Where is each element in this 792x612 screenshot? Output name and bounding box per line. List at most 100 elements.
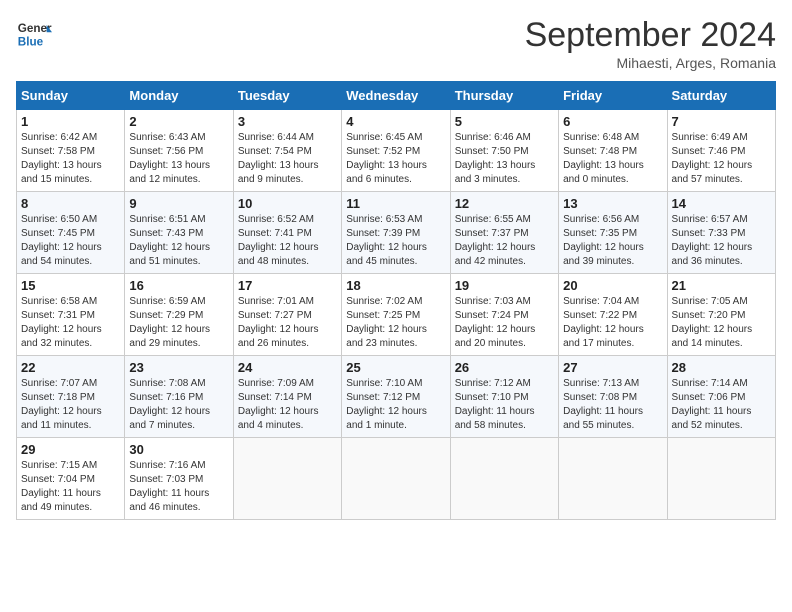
day-number: 16 bbox=[129, 278, 228, 293]
day-number: 14 bbox=[672, 196, 771, 211]
day-info: Sunrise: 6:58 AM Sunset: 7:31 PM Dayligh… bbox=[21, 295, 120, 351]
calendar-cell: 27Sunrise: 7:13 AM Sunset: 7:08 PM Dayli… bbox=[559, 356, 667, 438]
calendar-cell: 7 Sunrise: 6:49 AM Sunset: 7:46 PM Daylig… bbox=[667, 110, 775, 192]
calendar-cell: 23 Sunrise: 7:08 AM Sunset: 7:16 PM Dayli… bbox=[125, 356, 233, 438]
calendar-cell: 30 Sunrise: 7:16 AM Sunset: 7:03 PM Dayli… bbox=[125, 438, 233, 520]
calendar-cell: 9 Sunrise: 6:51 AM Sunset: 7:43 PM Daylig… bbox=[125, 192, 233, 274]
day-info: Sunrise: 6:55 AM Sunset: 7:37 PM Dayligh… bbox=[455, 213, 554, 269]
calendar-header-saturday: Saturday bbox=[667, 82, 775, 110]
day-number: 8 bbox=[21, 196, 120, 211]
calendar-cell: 26 Sunrise: 7:12 AM Sunset: 7:10 PM Dayli… bbox=[450, 356, 558, 438]
day-info: Sunrise: 7:02 AM Sunset: 7:25 PM Dayligh… bbox=[346, 295, 445, 351]
day-number: 28 bbox=[672, 360, 771, 375]
calendar-cell bbox=[667, 438, 775, 520]
page-header: General Blue September 2024 Mihaesti, Ar… bbox=[16, 16, 776, 71]
day-number: 19 bbox=[455, 278, 554, 293]
calendar-cell: 16 Sunrise: 6:59 AM Sunset: 7:29 PM Dayli… bbox=[125, 274, 233, 356]
day-info: Sunrise: 7:01 AM Sunset: 7:27 PM Dayligh… bbox=[238, 295, 337, 351]
day-info: Sunrise: 7:14 AM Sunset: 7:06 PM Dayligh… bbox=[672, 377, 771, 433]
day-info: Sunrise: 7:15 AM Sunset: 7:04 PM Dayligh… bbox=[21, 459, 120, 515]
calendar-cell: 13 Sunrise: 6:56 AM Sunset: 7:35 PM Dayli… bbox=[559, 192, 667, 274]
calendar-cell: 29 Sunrise: 7:15 AM Sunset: 7:04 PM Dayli… bbox=[17, 438, 125, 520]
day-info: Sunrise: 6:52 AM Sunset: 7:41 PM Dayligh… bbox=[238, 213, 337, 269]
day-info: Sunrise: 6:59 AM Sunset: 7:29 PM Dayligh… bbox=[129, 295, 228, 351]
calendar-week-1: 1 Sunrise: 6:42 AM Sunset: 7:58 PM Daylig… bbox=[17, 110, 776, 192]
day-number: 30 bbox=[129, 442, 228, 457]
calendar-cell bbox=[342, 438, 450, 520]
calendar-cell: 10 Sunrise: 6:52 AM Sunset: 7:41 PM Dayli… bbox=[233, 192, 341, 274]
calendar-cell: 19 Sunrise: 7:03 AM Sunset: 7:24 PM Dayli… bbox=[450, 274, 558, 356]
calendar-table: SundayMondayTuesdayWednesdayThursdayFrid… bbox=[16, 81, 776, 520]
day-info: Sunrise: 7:12 AM Sunset: 7:10 PM Dayligh… bbox=[455, 377, 554, 433]
day-info: Sunrise: 7:05 AM Sunset: 7:20 PM Dayligh… bbox=[672, 295, 771, 351]
calendar-cell: 11 Sunrise: 6:53 AM Sunset: 7:39 PM Dayli… bbox=[342, 192, 450, 274]
calendar-cell: 25Sunrise: 7:10 AM Sunset: 7:12 PM Dayli… bbox=[342, 356, 450, 438]
day-number: 3 bbox=[238, 114, 337, 129]
day-number: 1 bbox=[21, 114, 120, 129]
calendar-header-wednesday: Wednesday bbox=[342, 82, 450, 110]
calendar-header-tuesday: Tuesday bbox=[233, 82, 341, 110]
calendar-week-2: 8Sunrise: 6:50 AM Sunset: 7:45 PM Daylig… bbox=[17, 192, 776, 274]
logo-icon: General Blue bbox=[16, 16, 52, 52]
calendar-cell: 12 Sunrise: 6:55 AM Sunset: 7:37 PM Dayli… bbox=[450, 192, 558, 274]
calendar-header-friday: Friday bbox=[559, 82, 667, 110]
day-info: Sunrise: 7:08 AM Sunset: 7:16 PM Dayligh… bbox=[129, 377, 228, 433]
logo: General Blue bbox=[16, 16, 52, 52]
day-number: 26 bbox=[455, 360, 554, 375]
day-number: 22 bbox=[21, 360, 120, 375]
day-number: 29 bbox=[21, 442, 120, 457]
day-number: 2 bbox=[129, 114, 228, 129]
calendar-cell: 5Sunrise: 6:46 AM Sunset: 7:50 PM Daylig… bbox=[450, 110, 558, 192]
day-number: 4 bbox=[346, 114, 445, 129]
day-number: 5 bbox=[455, 114, 554, 129]
day-info: Sunrise: 6:45 AM Sunset: 7:52 PM Dayligh… bbox=[346, 131, 445, 187]
day-number: 7 bbox=[672, 114, 771, 129]
title-block: September 2024 Mihaesti, Arges, Romania bbox=[525, 16, 776, 71]
calendar-cell: 18Sunrise: 7:02 AM Sunset: 7:25 PM Dayli… bbox=[342, 274, 450, 356]
day-info: Sunrise: 7:16 AM Sunset: 7:03 PM Dayligh… bbox=[129, 459, 228, 515]
day-info: Sunrise: 6:51 AM Sunset: 7:43 PM Dayligh… bbox=[129, 213, 228, 269]
day-number: 23 bbox=[129, 360, 228, 375]
day-info: Sunrise: 7:03 AM Sunset: 7:24 PM Dayligh… bbox=[455, 295, 554, 351]
calendar-week-3: 15 Sunrise: 6:58 AM Sunset: 7:31 PM Dayli… bbox=[17, 274, 776, 356]
calendar-cell: 3 Sunrise: 6:44 AM Sunset: 7:54 PM Daylig… bbox=[233, 110, 341, 192]
day-info: Sunrise: 6:53 AM Sunset: 7:39 PM Dayligh… bbox=[346, 213, 445, 269]
day-number: 10 bbox=[238, 196, 337, 211]
calendar-week-4: 22Sunrise: 7:07 AM Sunset: 7:18 PM Dayli… bbox=[17, 356, 776, 438]
month-title: September 2024 bbox=[525, 16, 776, 55]
day-number: 11 bbox=[346, 196, 445, 211]
day-info: Sunrise: 7:10 AM Sunset: 7:12 PM Dayligh… bbox=[346, 377, 445, 433]
day-number: 21 bbox=[672, 278, 771, 293]
calendar-cell: 6Sunrise: 6:48 AM Sunset: 7:48 PM Daylig… bbox=[559, 110, 667, 192]
day-number: 6 bbox=[563, 114, 662, 129]
calendar-cell: 21 Sunrise: 7:05 AM Sunset: 7:20 PM Dayli… bbox=[667, 274, 775, 356]
day-number: 13 bbox=[563, 196, 662, 211]
calendar-cell bbox=[559, 438, 667, 520]
day-info: Sunrise: 7:09 AM Sunset: 7:14 PM Dayligh… bbox=[238, 377, 337, 433]
calendar-week-5: 29 Sunrise: 7:15 AM Sunset: 7:04 PM Dayli… bbox=[17, 438, 776, 520]
day-info: Sunrise: 6:56 AM Sunset: 7:35 PM Dayligh… bbox=[563, 213, 662, 269]
calendar-cell bbox=[450, 438, 558, 520]
calendar-cell: 20Sunrise: 7:04 AM Sunset: 7:22 PM Dayli… bbox=[559, 274, 667, 356]
day-number: 15 bbox=[21, 278, 120, 293]
calendar-header-thursday: Thursday bbox=[450, 82, 558, 110]
day-info: Sunrise: 6:49 AM Sunset: 7:46 PM Dayligh… bbox=[672, 131, 771, 187]
day-info: Sunrise: 6:43 AM Sunset: 7:56 PM Dayligh… bbox=[129, 131, 228, 187]
calendar-cell: 1 Sunrise: 6:42 AM Sunset: 7:58 PM Daylig… bbox=[17, 110, 125, 192]
day-number: 12 bbox=[455, 196, 554, 211]
day-info: Sunrise: 6:42 AM Sunset: 7:58 PM Dayligh… bbox=[21, 131, 120, 187]
day-number: 24 bbox=[238, 360, 337, 375]
day-info: Sunrise: 7:13 AM Sunset: 7:08 PM Dayligh… bbox=[563, 377, 662, 433]
calendar-cell: 28 Sunrise: 7:14 AM Sunset: 7:06 PM Dayli… bbox=[667, 356, 775, 438]
day-number: 9 bbox=[129, 196, 228, 211]
calendar-cell: 2 Sunrise: 6:43 AM Sunset: 7:56 PM Daylig… bbox=[125, 110, 233, 192]
day-info: Sunrise: 6:44 AM Sunset: 7:54 PM Dayligh… bbox=[238, 131, 337, 187]
day-info: Sunrise: 7:04 AM Sunset: 7:22 PM Dayligh… bbox=[563, 295, 662, 351]
calendar-cell: 24 Sunrise: 7:09 AM Sunset: 7:14 PM Dayli… bbox=[233, 356, 341, 438]
calendar-cell: 8Sunrise: 6:50 AM Sunset: 7:45 PM Daylig… bbox=[17, 192, 125, 274]
calendar-cell: 22Sunrise: 7:07 AM Sunset: 7:18 PM Dayli… bbox=[17, 356, 125, 438]
calendar-cell bbox=[233, 438, 341, 520]
calendar-header-monday: Monday bbox=[125, 82, 233, 110]
day-info: Sunrise: 6:57 AM Sunset: 7:33 PM Dayligh… bbox=[672, 213, 771, 269]
calendar-header-row: SundayMondayTuesdayWednesdayThursdayFrid… bbox=[17, 82, 776, 110]
